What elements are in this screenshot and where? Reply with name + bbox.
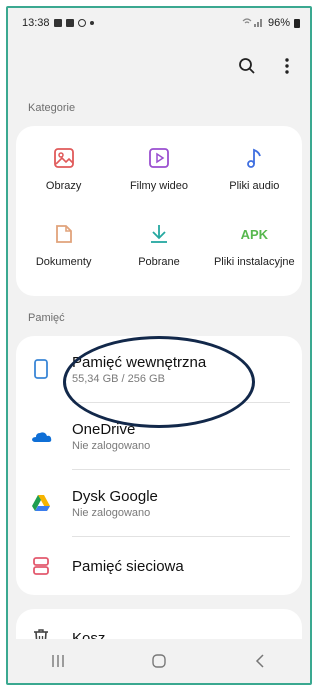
item-title: OneDrive xyxy=(72,420,136,438)
storage-title: Pamięć xyxy=(28,312,65,324)
category-audio[interactable]: Pliki audio xyxy=(207,138,302,214)
download-icon xyxy=(147,222,171,246)
video-icon xyxy=(147,146,171,170)
recent-apps-icon[interactable] xyxy=(44,647,72,675)
search-icon[interactable] xyxy=(236,55,258,77)
categories-title: Kategorie xyxy=(28,102,76,114)
category-downloads[interactable]: Pobrane xyxy=(111,214,206,290)
category-installers[interactable]: APK Pliki instalacyjne xyxy=(207,214,302,290)
battery-icon xyxy=(294,18,300,28)
wifi-signal-icon xyxy=(242,17,264,30)
item-text: Pamięć wewnętrzna 55,34 GB / 256 GB xyxy=(72,354,206,385)
category-label: Dokumenty xyxy=(35,256,92,268)
item-title: Dysk Google xyxy=(72,487,158,505)
item-subtitle: Nie zalogowano xyxy=(72,439,151,452)
home-icon[interactable] xyxy=(145,647,173,675)
phone-frame: 13:38 96% Kategorie Obrazy Filmy wideo P… xyxy=(6,6,312,685)
music-icon xyxy=(242,146,266,170)
category-label: Pobrane xyxy=(138,256,180,268)
categories-card: Obrazy Filmy wideo Pliki audio Dokumenty xyxy=(16,126,302,296)
status-right: 96% xyxy=(242,17,300,30)
categories-grid: Obrazy Filmy wideo Pliki audio Dokumenty xyxy=(16,126,302,296)
more-vert-icon[interactable] xyxy=(276,55,298,77)
onedrive-item[interactable]: OneDrive Nie zalogowano xyxy=(16,403,302,469)
back-icon[interactable] xyxy=(246,647,274,675)
network-storage-icon xyxy=(30,555,52,577)
app-notification-icon xyxy=(65,19,74,27)
item-subtitle: Nie zalogowano xyxy=(72,506,151,519)
onedrive-icon xyxy=(30,425,52,447)
google-drive-icon xyxy=(30,492,52,514)
item-subtitle: 55,34 GB / 256 GB xyxy=(72,372,165,385)
status-bar: 13:38 96% xyxy=(8,8,310,38)
category-label: Obrazy xyxy=(45,180,82,192)
category-label: Pliki audio xyxy=(229,180,280,192)
category-videos[interactable]: Filmy wideo xyxy=(111,138,206,214)
phone-storage-icon xyxy=(30,358,52,380)
document-icon xyxy=(52,222,76,246)
status-time: 13:38 xyxy=(22,17,50,29)
category-label: Filmy wideo xyxy=(129,180,189,192)
status-left: 13:38 xyxy=(22,17,94,29)
item-title: Pamięć wewnętrzna xyxy=(72,353,207,371)
image-icon xyxy=(52,146,76,170)
category-label: Pliki instalacyjne xyxy=(213,256,295,268)
navigation-bar xyxy=(8,639,310,683)
gallery-notification-icon xyxy=(53,19,62,27)
storage-list: Pamięć wewnętrzna 55,34 GB / 256 GB OneD… xyxy=(16,336,302,595)
apk-icon: APK xyxy=(240,222,269,246)
apk-badge: APK xyxy=(240,226,269,242)
item-text: Dysk Google Nie zalogowano xyxy=(72,488,158,519)
google-drive-item[interactable]: Dysk Google Nie zalogowano xyxy=(16,470,302,536)
internal-storage-item[interactable]: Pamięć wewnętrzna 55,34 GB / 256 GB xyxy=(16,336,302,428)
settings-notification-icon xyxy=(77,19,86,27)
category-documents[interactable]: Dokumenty xyxy=(16,214,111,290)
item-text: Pamięć sieciowa xyxy=(72,558,184,575)
item-text: OneDrive Nie zalogowano xyxy=(72,421,150,452)
more-notifications-icon xyxy=(89,21,94,25)
network-storage-item[interactable]: Pamięć sieciowa xyxy=(16,537,302,595)
category-images[interactable]: Obrazy xyxy=(16,138,111,214)
item-title: Pamięć sieciowa xyxy=(72,557,184,575)
battery-percent: 96% xyxy=(267,17,290,29)
app-bar xyxy=(8,38,310,94)
